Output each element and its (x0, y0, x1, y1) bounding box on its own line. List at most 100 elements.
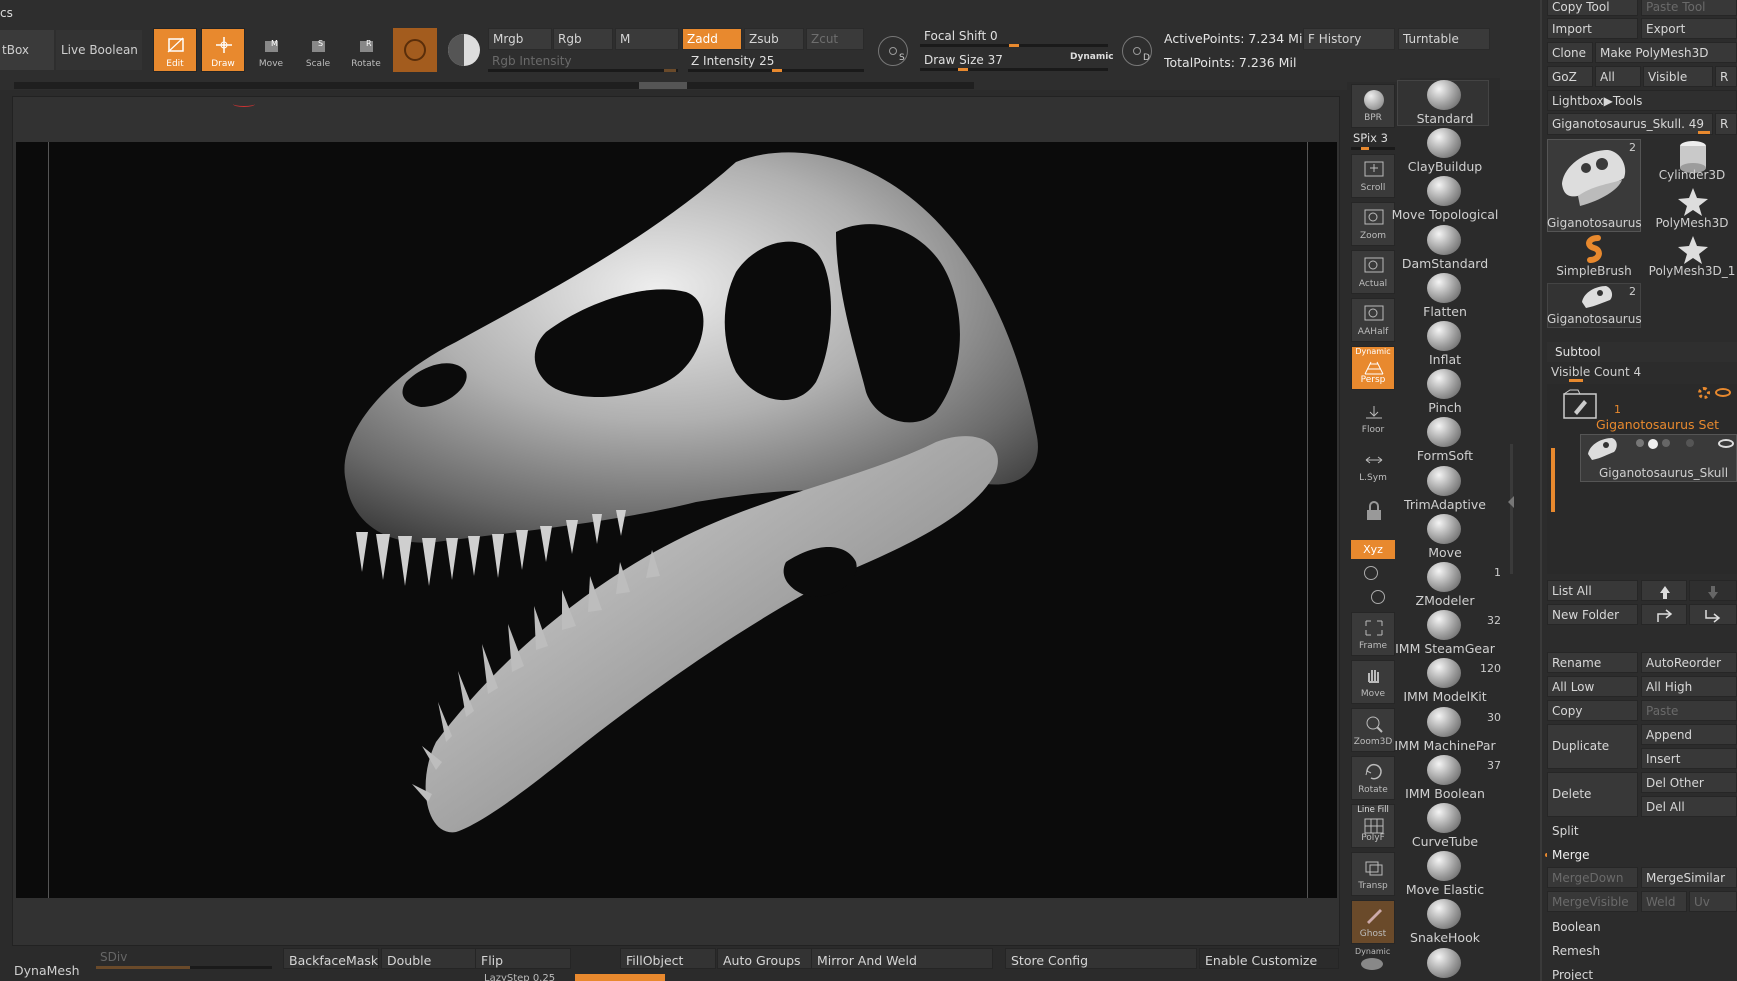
brush-item[interactable]: IMM MachinePar 30 (1394, 707, 1501, 753)
m-button[interactable]: M (615, 28, 679, 50)
copy-tool-button[interactable]: Copy Tool (1547, 0, 1638, 16)
brush-item[interactable]: Move Elastic (1397, 851, 1493, 897)
brush-item[interactable]: Pol (1397, 948, 1493, 981)
material-button[interactable] (393, 28, 437, 72)
sdiv-slider[interactable]: SDiv (96, 948, 272, 972)
solo-icon[interactable] (1361, 958, 1383, 970)
tool-scroll-thumb[interactable] (639, 82, 687, 89)
brush-item[interactable]: DamStandard (1397, 225, 1493, 271)
make-polymesh-button[interactable]: Make PolyMesh3D (1595, 42, 1737, 63)
auto-groups-button[interactable]: Auto Groups (717, 948, 813, 969)
focal-shift-icon[interactable]: S (878, 36, 908, 66)
import-button[interactable]: Import (1547, 18, 1638, 39)
store-config-button[interactable]: Store Config (1005, 948, 1197, 969)
brush-item[interactable]: Pinch (1397, 369, 1493, 415)
tool-scroll-track[interactable] (14, 82, 974, 89)
list-all-button[interactable]: List All (1547, 580, 1638, 601)
mirror-weld-button[interactable]: Mirror And Weld (811, 948, 993, 969)
scale-button[interactable]: S Scale (296, 28, 340, 72)
brush-item[interactable]: ZModeler 1 (1397, 562, 1501, 608)
dynamesh-button[interactable]: DynaMesh (14, 963, 80, 978)
brush-scroll-rail[interactable] (1510, 444, 1513, 574)
draw-size-slider[interactable]: Draw Size 37 Dynamic (920, 52, 1114, 72)
edit-button[interactable]: Edit (153, 28, 197, 72)
brush-item[interactable]: Standard (1397, 80, 1493, 126)
menu-clip-text[interactable]: cs (0, 6, 13, 20)
subtool-toggle-icons[interactable] (1636, 439, 1718, 449)
folder-eye-icon[interactable] (1715, 388, 1731, 397)
remesh-button[interactable]: Remesh (1547, 940, 1737, 961)
lock-button[interactable] (1362, 498, 1386, 524)
all-low-button[interactable]: All Low (1547, 676, 1638, 697)
brush-item[interactable]: Move (1397, 514, 1493, 560)
lazystep-slider[interactable]: LazyStep 0.25 (484, 973, 555, 981)
weld-button[interactable]: Weld (1641, 891, 1687, 912)
zadd-button[interactable]: Zadd (682, 28, 742, 50)
subtool-header[interactable]: Subtool (1547, 342, 1737, 362)
move-down-button[interactable] (1689, 580, 1737, 601)
goz-all-button[interactable]: All (1595, 66, 1641, 87)
enable-customize-button[interactable]: Enable Customize (1199, 948, 1339, 969)
merge-similar-button[interactable]: MergeSimilar (1641, 867, 1737, 888)
split-button[interactable]: Split (1547, 820, 1737, 841)
merge-visible-button[interactable]: MergeVisible (1547, 891, 1638, 912)
skull-model[interactable] (316, 142, 1076, 898)
rename-button[interactable]: Rename (1547, 652, 1638, 673)
autoreorder-button[interactable]: AutoReorder (1641, 652, 1737, 673)
goz-button[interactable]: GoZ (1547, 66, 1593, 87)
brush-item[interactable]: Flatten (1397, 273, 1493, 319)
brush-item[interactable]: FormSoft (1397, 417, 1493, 463)
brush-item[interactable]: Inflat (1397, 321, 1493, 367)
mrgb-button[interactable]: Mrgb (488, 28, 552, 50)
f-history-button[interactable]: F History (1303, 28, 1395, 50)
move-up-button[interactable] (1641, 580, 1687, 601)
brush-item[interactable]: Move Topological (1392, 176, 1498, 222)
brush-item[interactable]: SnakeHook (1397, 899, 1493, 945)
paste-tool-button[interactable]: Paste Tool (1641, 0, 1737, 16)
rgb-button[interactable]: Rgb (553, 28, 613, 50)
duplicate-button[interactable]: Duplicate (1547, 724, 1638, 769)
del-all-button[interactable]: Del All (1641, 796, 1737, 817)
color-picker-button[interactable] (448, 34, 480, 66)
folder-settings-icon[interactable] (1698, 387, 1710, 399)
subtool-eye-icon[interactable] (1718, 439, 1734, 448)
paste-button[interactable]: Paste (1641, 700, 1737, 721)
export-button[interactable]: Export (1641, 18, 1737, 39)
folder-out-button[interactable] (1641, 604, 1687, 625)
rgb-intensity-slider[interactable]: Rgb Intensity (488, 52, 678, 72)
brush-item[interactable]: TrimAdaptive (1397, 466, 1493, 512)
new-folder-button[interactable]: New Folder (1547, 604, 1638, 625)
folder-in-button[interactable] (1689, 604, 1737, 625)
brush-collapse-arrow[interactable] (1508, 496, 1514, 508)
draw-button[interactable]: Draw (201, 28, 245, 72)
boolean-button[interactable]: Boolean (1547, 916, 1737, 937)
current-tool-slider[interactable]: Giganotosaurus_Skull. 49 (1547, 113, 1713, 135)
spix-slider[interactable]: SPix 3 (1351, 131, 1395, 151)
subtool-scrollbar[interactable] (1551, 448, 1555, 512)
flip-button[interactable]: Flip (475, 948, 571, 969)
project-button[interactable]: Project (1547, 964, 1737, 981)
dynamic-size-icon[interactable]: D (1122, 36, 1152, 66)
insert-button[interactable]: Insert (1641, 748, 1737, 769)
rotate-button[interactable]: R Rotate (344, 28, 388, 72)
rotate-y-icon[interactable] (1364, 566, 1378, 580)
append-button[interactable]: Append (1641, 724, 1737, 745)
zcut-button[interactable]: Zcut (806, 28, 864, 50)
merge-button[interactable]: Merge (1547, 844, 1737, 865)
brush-item[interactable]: IMM ModelKit 120 (1397, 658, 1501, 704)
zsub-button[interactable]: Zsub (744, 28, 804, 50)
focal-shift-slider[interactable]: Focal Shift 0 (920, 28, 1108, 48)
rotate-z-icon[interactable] (1371, 590, 1385, 604)
live-boolean-button[interactable]: Live Boolean (56, 30, 142, 70)
z-intensity-slider[interactable]: Z Intensity 25 (688, 52, 864, 72)
copy-button[interactable]: Copy (1547, 700, 1638, 721)
all-high-button[interactable]: All High (1641, 676, 1737, 697)
folder-name[interactable]: Giganotosaurus Set (1596, 417, 1719, 432)
backface-mask-button[interactable]: BackfaceMask (283, 948, 379, 969)
lightbox-tools-button[interactable]: Lightbox▶Tools (1547, 90, 1737, 111)
move-button[interactable]: M Move (249, 28, 293, 72)
goz-visible-button[interactable]: Visible (1643, 66, 1713, 87)
fill-object-button[interactable]: FillObject (620, 948, 716, 969)
lightbox-button[interactable]: tBox (0, 30, 54, 70)
brush-item[interactable]: ClayBuildup (1397, 128, 1493, 174)
